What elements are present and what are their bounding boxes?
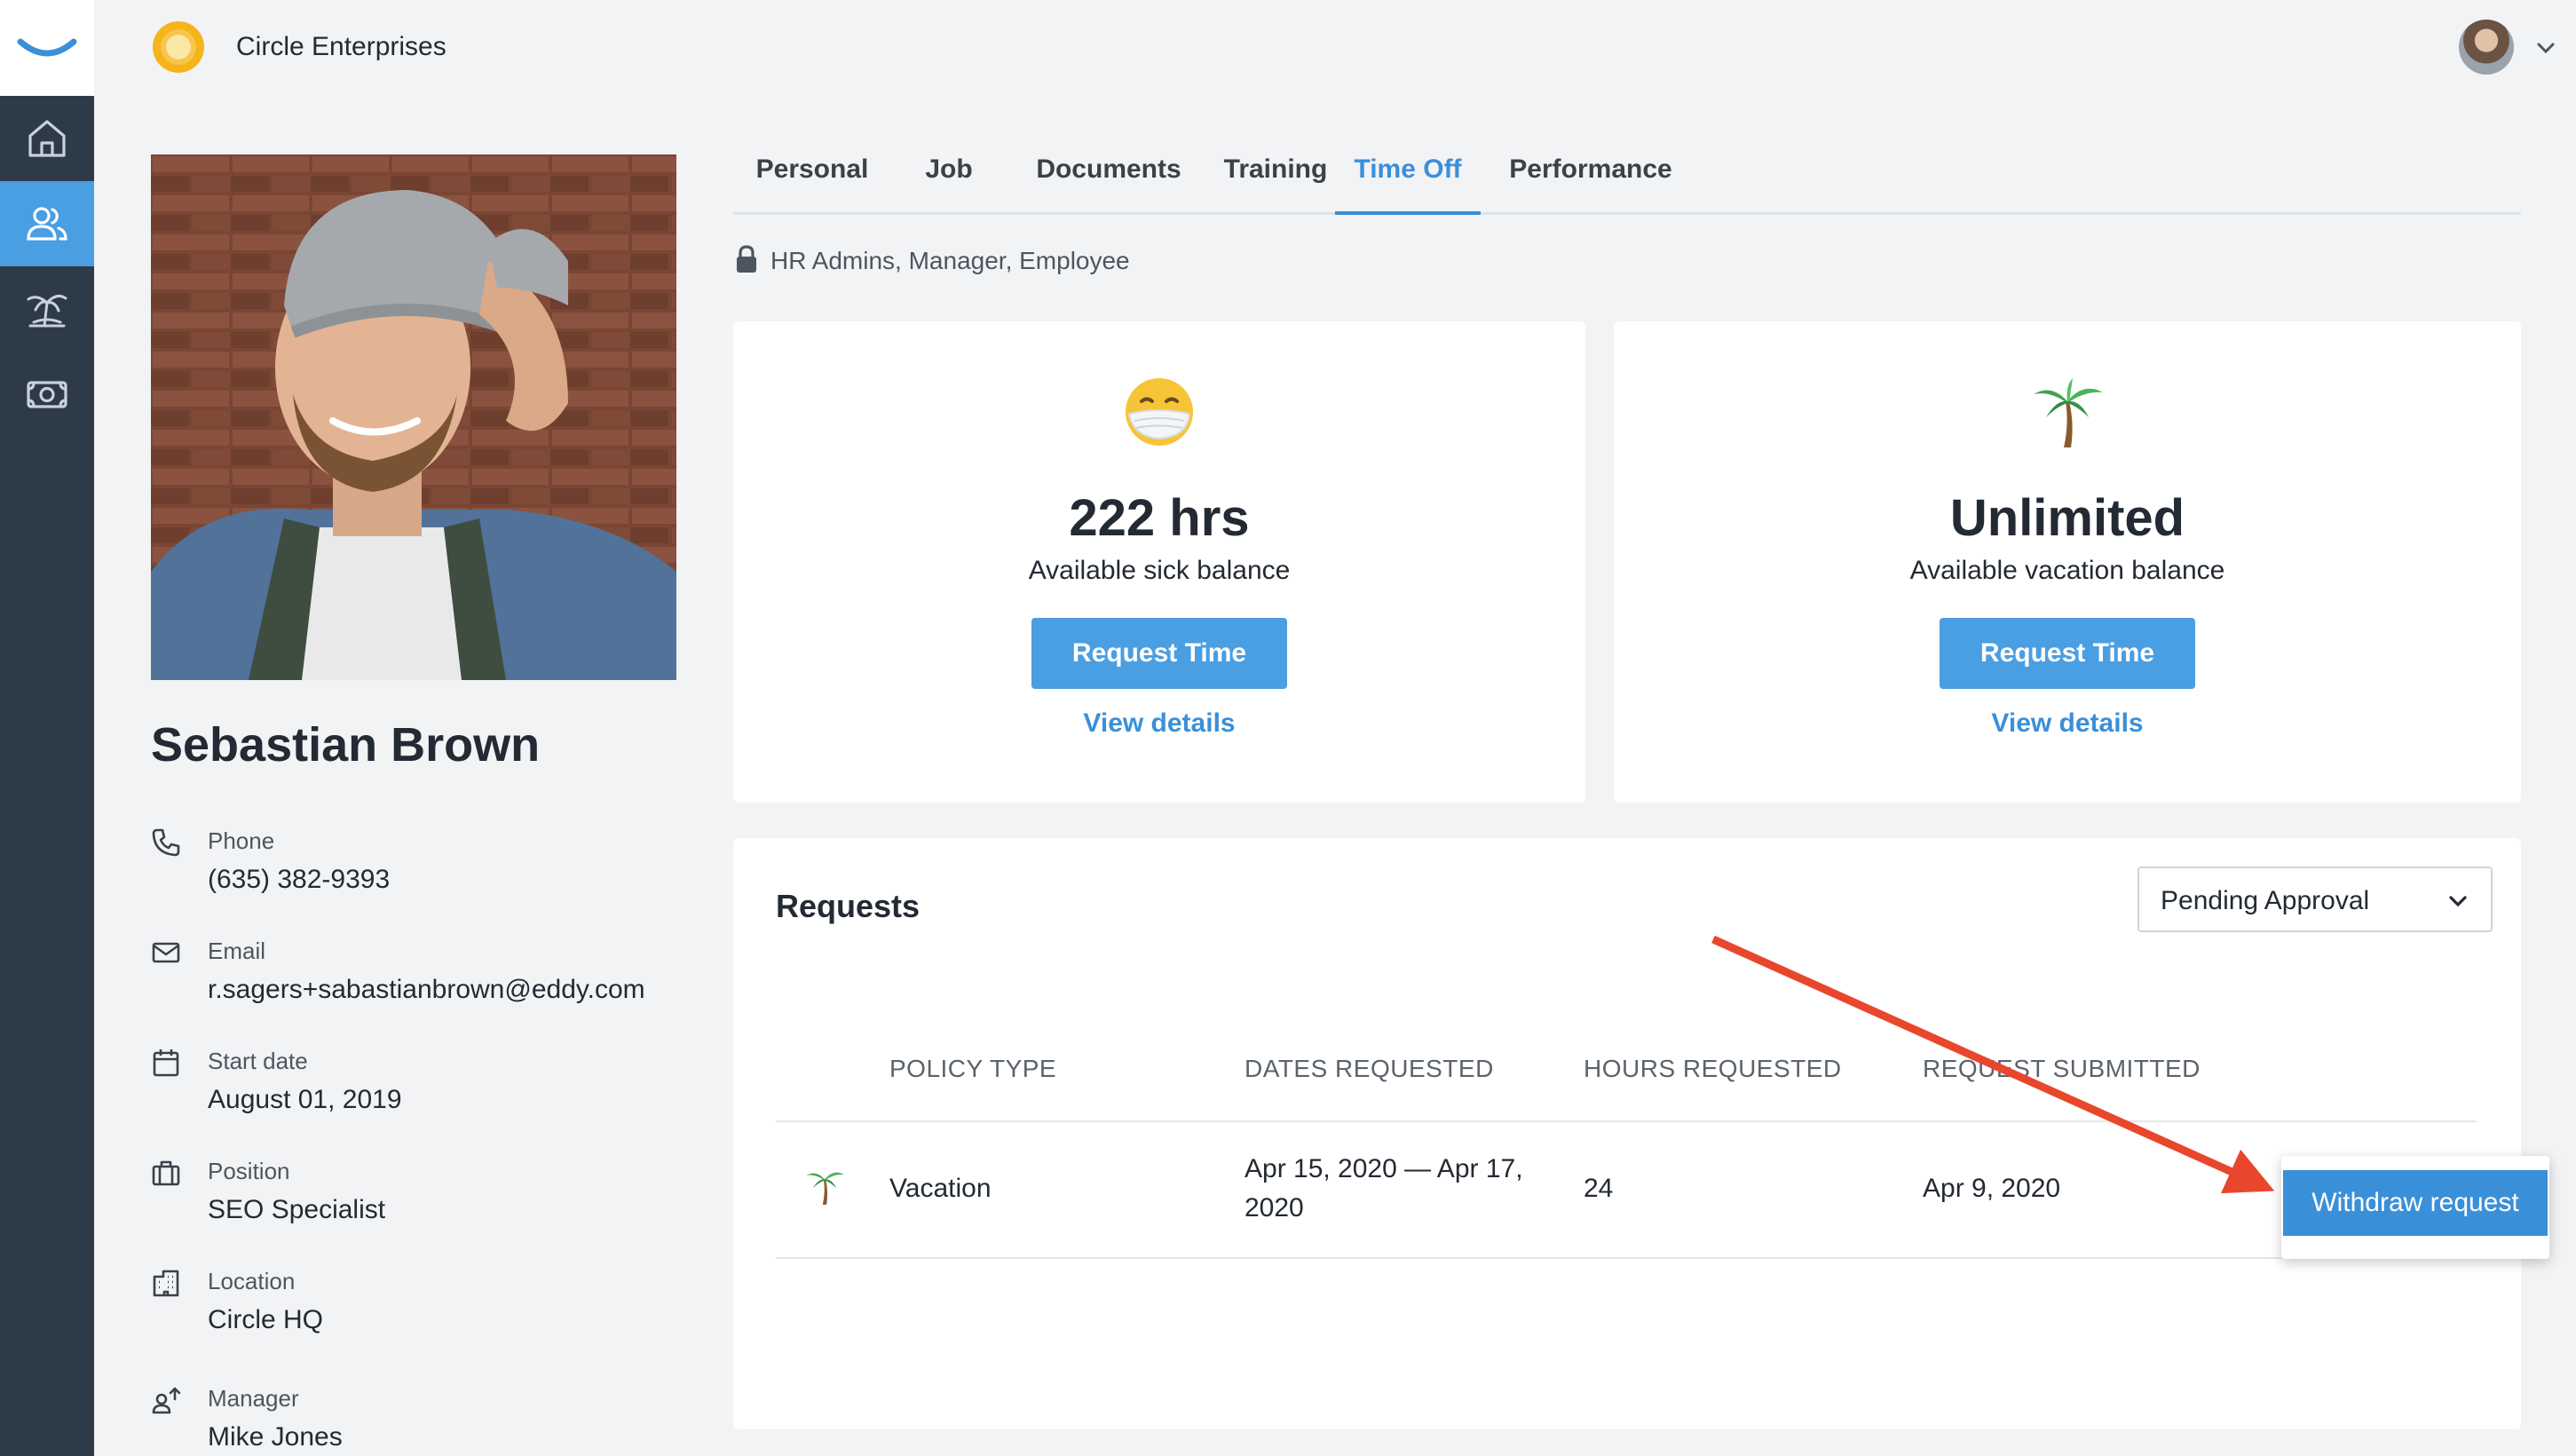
sick-balance-caption: Available sick balance <box>1028 556 1291 585</box>
manager-icon <box>152 1387 181 1414</box>
requests-panel: Requests Pending Approval POLICY TYPE DA… <box>733 838 2521 1429</box>
sidebar-item-people[interactable] <box>0 181 94 266</box>
sidebar-item-time-off[interactable] <box>0 266 94 352</box>
tab-personal[interactable]: Personal <box>755 154 870 215</box>
withdraw-request-button[interactable]: Withdraw request <box>2283 1170 2548 1236</box>
sick-balance-card: 222 hrs Available sick balance Request T… <box>733 321 1585 803</box>
sidebar-item-home[interactable] <box>0 96 94 181</box>
user-avatar[interactable] <box>2459 20 2514 75</box>
info-manager: Manager Mike Jones <box>151 1381 684 1456</box>
tab-training[interactable]: Training <box>1211 154 1340 215</box>
column-policy-type: POLICY TYPE <box>889 1055 1057 1082</box>
info-value: r.sagers+sabastianbrown@eddy.com <box>208 975 645 1004</box>
envelope-icon <box>152 942 180 963</box>
column-request-submitted: REQUEST SUBMITTED <box>1923 1055 2201 1082</box>
info-position: Position SEO Specialist <box>151 1154 684 1252</box>
lock-icon <box>737 245 756 273</box>
sick-view-details-link[interactable]: View details <box>733 708 1585 739</box>
tab-performance[interactable]: Performance <box>1502 154 1679 215</box>
profile-photo-image <box>151 154 676 680</box>
table-divider <box>776 1257 2477 1259</box>
row-hours: 24 <box>1584 1174 1614 1203</box>
chevron-down-icon[interactable] <box>2533 36 2558 60</box>
request-sick-time-button[interactable]: Request Time <box>1031 618 1287 689</box>
vacation-balance-card: Unlimited Available vacation balance Req… <box>1614 321 2521 803</box>
company-name: Circle Enterprises <box>236 32 446 61</box>
money-icon <box>27 381 67 408</box>
column-hours-requested: HOURS REQUESTED <box>1584 1055 1842 1082</box>
info-label: Email <box>208 938 266 964</box>
palm-tree-icon <box>2034 378 2103 447</box>
row-dates-line1: Apr 15, 2020 — Apr 17, <box>1245 1154 1523 1183</box>
palm-tree-icon <box>806 1172 844 1205</box>
employee-name: Sebastian Brown <box>151 718 541 772</box>
info-value: Mike Jones <box>208 1422 343 1452</box>
info-value: SEO Specialist <box>208 1195 386 1224</box>
request-vacation-time-button[interactable]: Request Time <box>1940 618 2195 689</box>
home-icon <box>28 120 66 157</box>
app-logo[interactable] <box>0 0 94 96</box>
people-icon <box>27 207 67 241</box>
info-label: Position <box>208 1158 290 1184</box>
profile-photo <box>151 154 676 680</box>
building-icon <box>153 1270 179 1297</box>
profile-tabs: Personal Job Documents Training Time Off… <box>733 144 2521 215</box>
info-start-date: Start date August 01, 2019 <box>151 1044 684 1142</box>
row-dates-line2: 2020 <box>1245 1193 1304 1223</box>
sidebar <box>0 0 94 1456</box>
sidebar-item-payroll[interactable] <box>0 352 94 437</box>
row-submitted: Apr 9, 2020 <box>1923 1174 2061 1203</box>
sick-balance-amount: 222 hrs <box>1069 489 1250 547</box>
smile-logo-icon <box>17 38 77 57</box>
column-dates-requested: DATES REQUESTED <box>1245 1055 1494 1082</box>
request-actions-menu: Withdraw request <box>2281 1156 2549 1259</box>
vacation-balance-caption: Available vacation balance <box>1909 556 2225 585</box>
info-value: Circle HQ <box>208 1305 324 1334</box>
calendar-icon <box>153 1049 179 1077</box>
info-location: Location Circle HQ <box>151 1264 684 1362</box>
top-bar: Circle Enterprises <box>94 0 2576 96</box>
chevron-down-icon <box>2449 896 2467 907</box>
tab-documents[interactable]: Documents <box>1031 154 1186 215</box>
requests-title: Requests <box>776 888 921 924</box>
request-status-filter-value: Pending Approval <box>2161 886 2370 915</box>
briefcase-icon <box>152 1160 180 1186</box>
mask-face-icon <box>1126 378 1193 446</box>
request-status-filter[interactable]: Pending Approval <box>2137 866 2493 932</box>
info-value: August 01, 2019 <box>208 1085 402 1114</box>
tab-time-off[interactable]: Time Off <box>1335 154 1481 215</box>
phone-icon <box>152 828 180 857</box>
row-policy-type: Vacation <box>889 1174 992 1203</box>
info-value: (635) 382-9393 <box>208 865 391 894</box>
info-label: Phone <box>208 827 275 854</box>
info-label: Start date <box>208 1048 308 1074</box>
info-phone: Phone (635) 382-9393 <box>151 824 684 922</box>
company-logo-icon <box>153 21 204 73</box>
info-label: Location <box>208 1268 296 1294</box>
info-label: Manager <box>208 1385 299 1412</box>
vacation-balance-amount: Unlimited <box>1949 489 2185 547</box>
vacation-view-details-link[interactable]: View details <box>1614 708 2521 739</box>
info-email: Email r.sagers+sabastianbrown@eddy.com <box>151 934 684 1032</box>
palm-tree-icon <box>27 294 67 328</box>
tab-job[interactable]: Job <box>918 154 980 215</box>
visibility-text: HR Admins, Manager, Employee <box>770 247 1130 274</box>
table-divider <box>776 1120 2477 1122</box>
